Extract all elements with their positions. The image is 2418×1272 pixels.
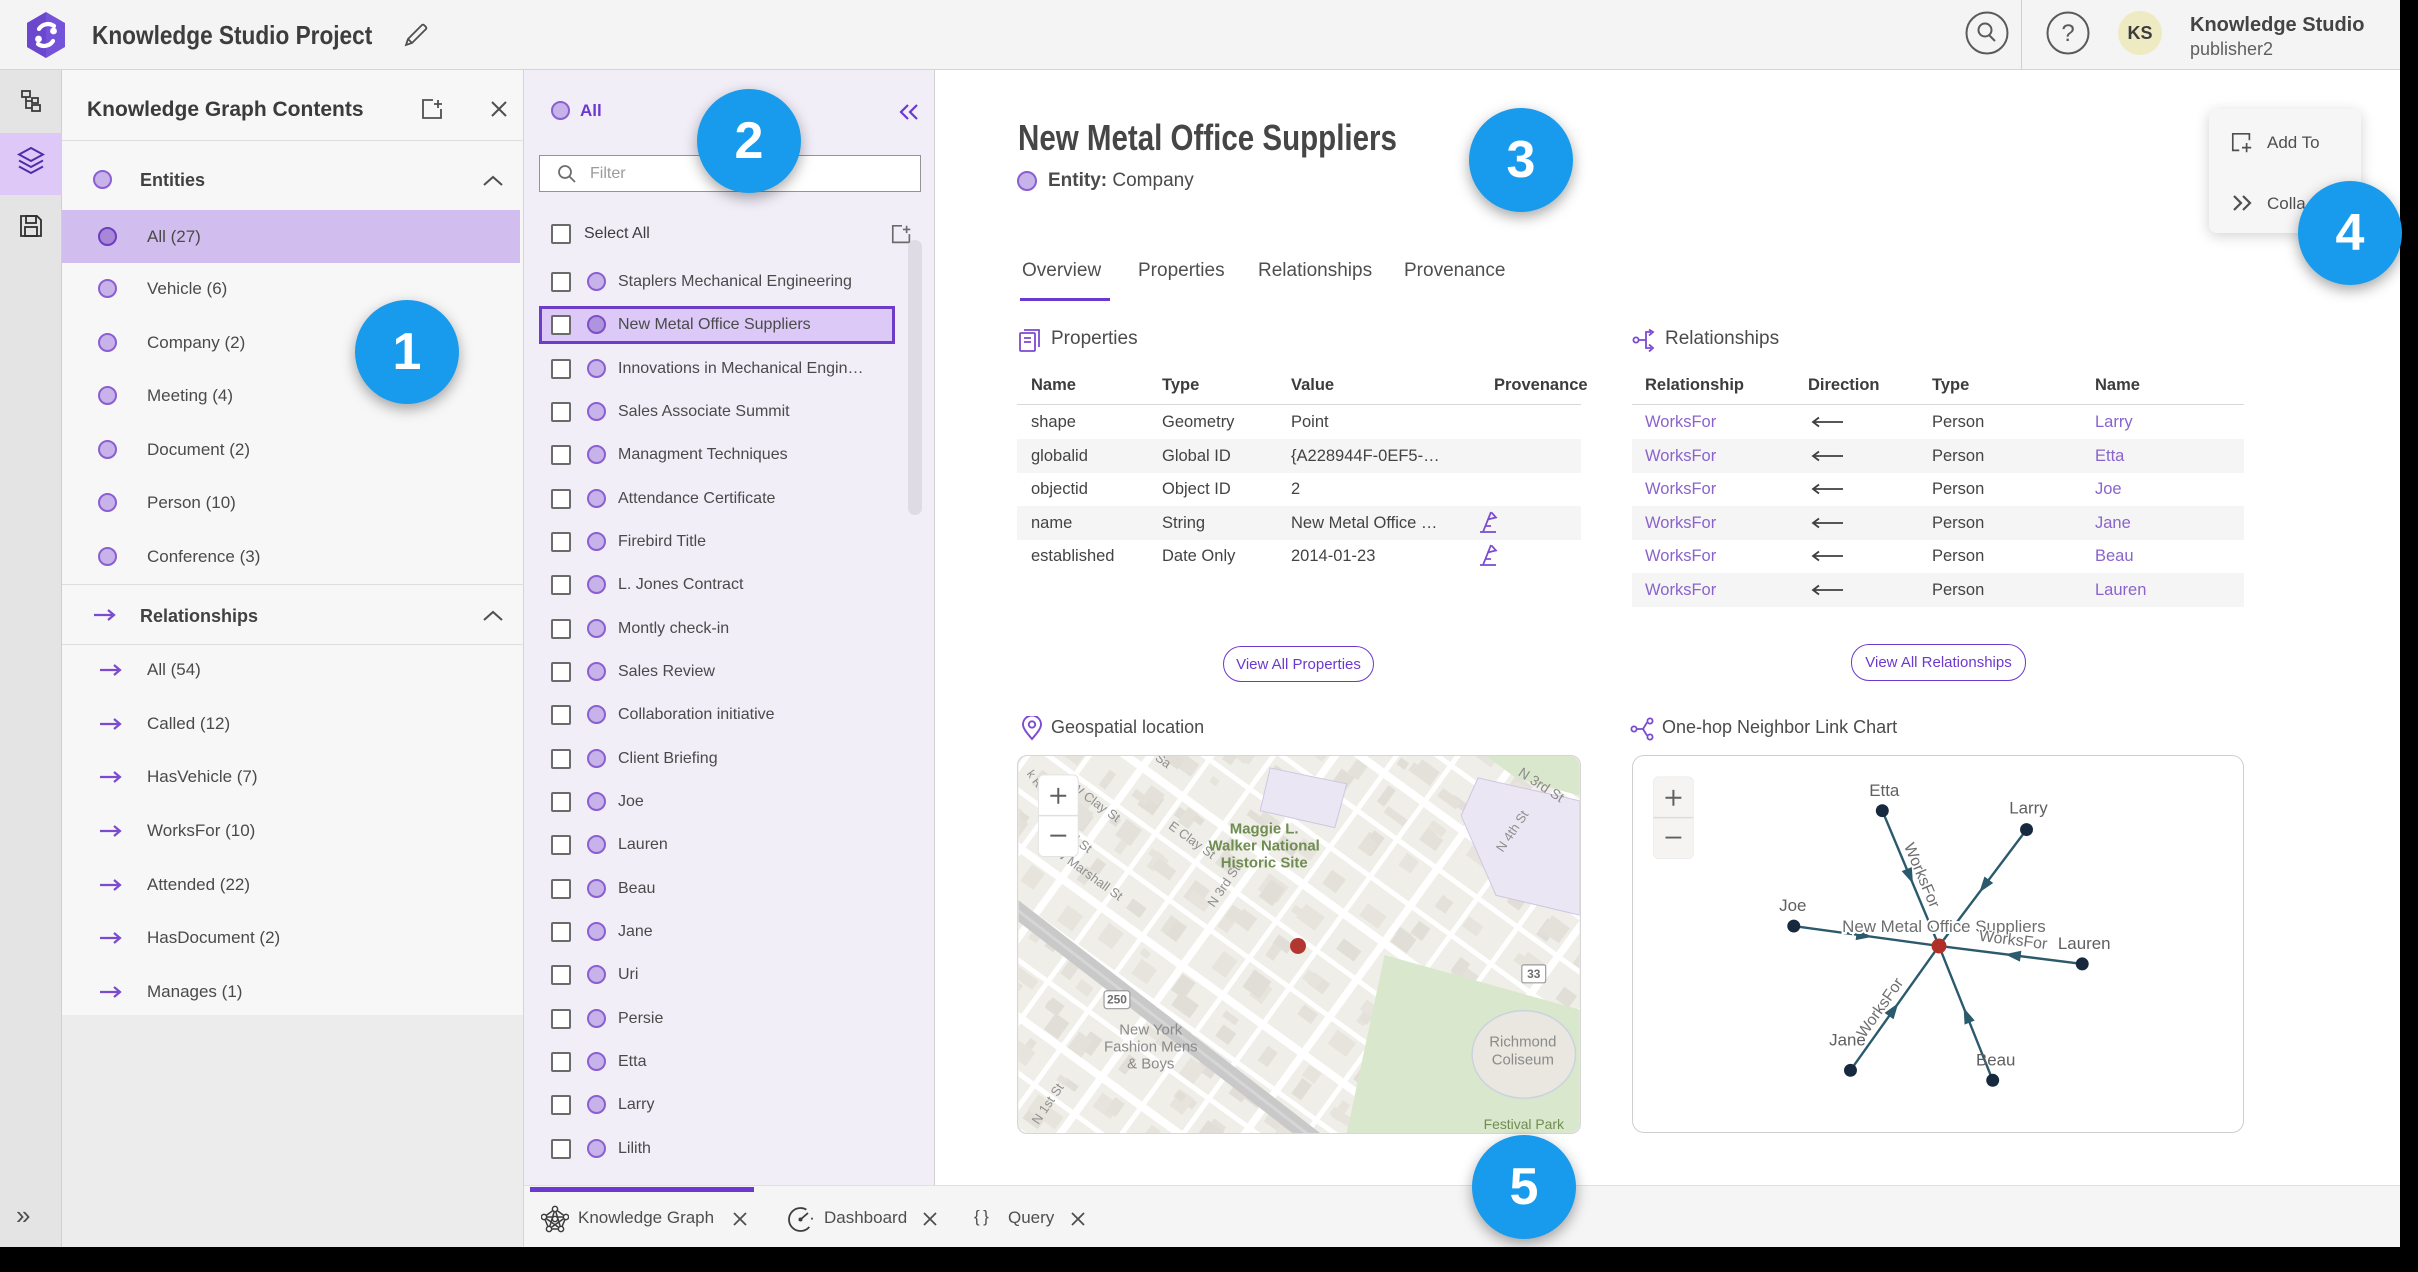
svg-text:Maggie L.: Maggie L. [1230,821,1299,838]
svg-text:Joe: Joe [1779,896,1806,915]
svg-text:Walker National: Walker National [1209,837,1320,854]
svg-text:Larry: Larry [2009,799,2048,818]
svg-text:Beau: Beau [1976,1050,2015,1069]
svg-text:WorksFor: WorksFor [1854,975,1908,1042]
svg-text:Historic Site: Historic Site [1221,854,1308,871]
svg-text:Festival Park: Festival Park [1484,1116,1564,1132]
svg-text:Etta: Etta [1869,781,1900,800]
svg-text:Coliseum: Coliseum [1492,1051,1554,1068]
svg-text:Lauren: Lauren [2058,934,2111,953]
svg-text:Fashion Mens: Fashion Mens [1104,1038,1198,1055]
svg-text:Richmond: Richmond [1489,1033,1556,1050]
svg-text:?: ? [2061,20,2074,47]
svg-text:250: 250 [1107,993,1127,1007]
svg-text:& Boys: & Boys [1127,1055,1174,1072]
svg-text:New York: New York [1119,1022,1183,1039]
svg-text:33: 33 [1527,967,1541,981]
